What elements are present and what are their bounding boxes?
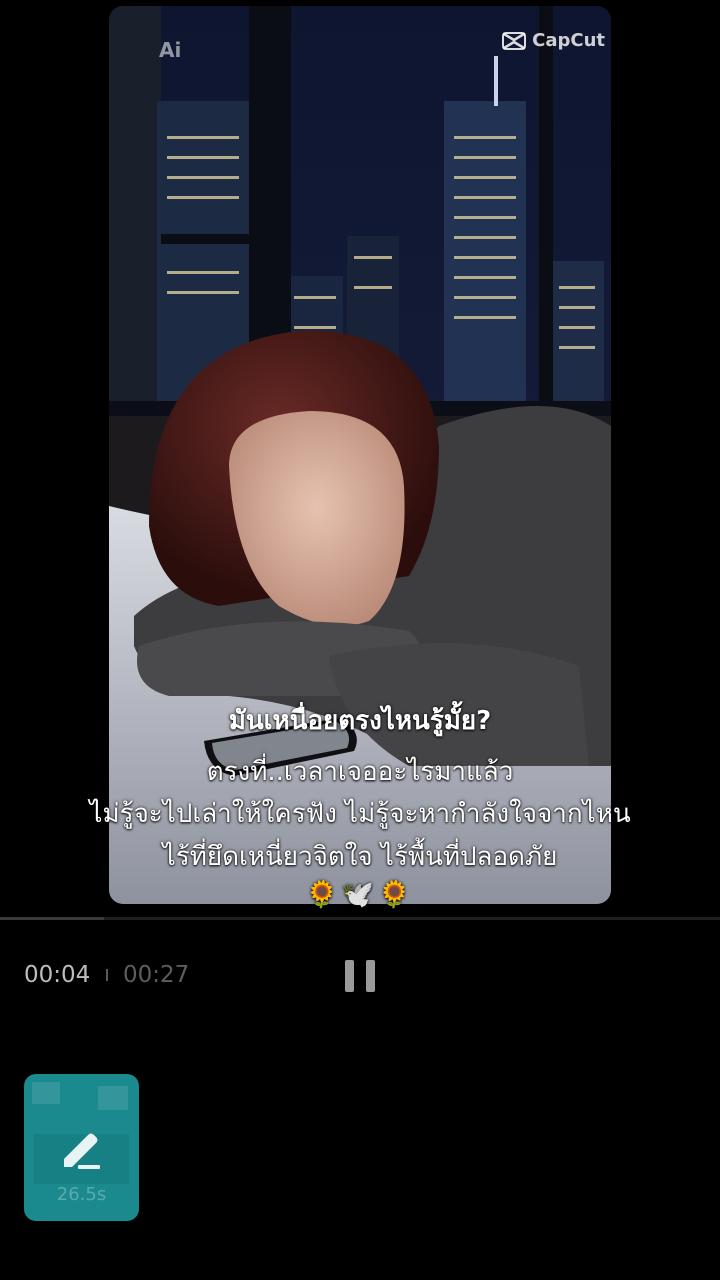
caption-emoji: 🌻🕊️🌻 <box>305 880 415 910</box>
pencil-icon <box>64 1133 100 1169</box>
edit-clip-thumbnail[interactable]: 26.5s <box>24 1074 139 1221</box>
ai-generated-mark: Ai <box>159 38 182 62</box>
clip-duration: 26.5s <box>56 1184 107 1205</box>
caption-line-1: ตรงที่..เวลาเจออะไรมาแล้ว <box>206 757 514 787</box>
caption-line-3: ไร้ที่ยึดเหนี่ยวจิตใจ ไร้พื้นที่ปลอดภัย <box>162 842 558 872</box>
time-separator <box>106 969 108 981</box>
watermark-text: CapCut <box>532 30 605 51</box>
playback-progress-fill <box>0 917 105 920</box>
capcut-watermark: CapCut <box>502 30 605 51</box>
total-time: 00:27 <box>123 962 190 988</box>
caption-line-2: ไม่รู้จะไปเล่าให้ใครฟัง ไม่รู้จะหากำลังใ… <box>89 799 631 829</box>
pause-icon <box>345 960 354 992</box>
current-time: 00:04 <box>24 962 91 988</box>
playback-progress-bar[interactable] <box>0 917 720 920</box>
caption-title: มันเหนื่อยตรงไหนรู้มั้ย? <box>228 706 492 736</box>
pause-button[interactable] <box>338 954 384 1000</box>
capcut-logo-icon <box>502 31 527 50</box>
